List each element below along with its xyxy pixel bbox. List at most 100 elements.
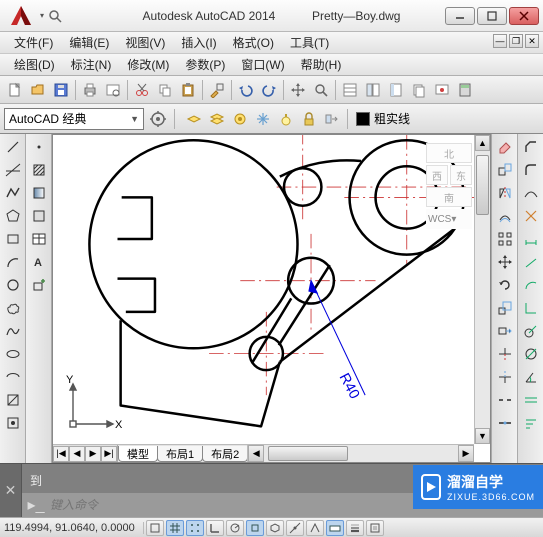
stretch-tool[interactable]: [494, 320, 516, 342]
tool-palettes-button[interactable]: [385, 79, 407, 101]
line-tool[interactable]: [2, 136, 24, 158]
layer-props-button[interactable]: [183, 108, 205, 130]
menu-insert[interactable]: 插入(I): [173, 32, 224, 53]
tab-last-button[interactable]: ▶|: [101, 446, 117, 462]
tab-first-button[interactable]: |◀: [53, 446, 69, 462]
dim-quick-tool[interactable]: [520, 389, 542, 411]
doc-restore-button[interactable]: ❐: [509, 34, 523, 48]
sheet-set-button[interactable]: [408, 79, 430, 101]
make-block-tool[interactable]: [2, 412, 24, 434]
tab-layout2[interactable]: 布局2: [202, 446, 248, 462]
menu-view[interactable]: 视图(V): [117, 32, 173, 53]
properties-button[interactable]: [339, 79, 361, 101]
arc-tool[interactable]: [2, 251, 24, 273]
vc-south[interactable]: 南: [426, 187, 472, 207]
doc-close-button[interactable]: ✕: [525, 34, 539, 48]
pan-button[interactable]: [287, 79, 309, 101]
sb-3dosnap[interactable]: [266, 520, 284, 536]
scroll-left-icon[interactable]: ◀: [248, 445, 264, 462]
design-center-button[interactable]: [362, 79, 384, 101]
dim-aligned-tool[interactable]: [520, 251, 542, 273]
mtext-tool[interactable]: A: [28, 251, 50, 273]
tab-model[interactable]: 模型: [118, 446, 158, 462]
linetype-control[interactable]: 粗实线: [356, 110, 410, 127]
copy-button[interactable]: [154, 79, 176, 101]
sb-infer[interactable]: [146, 520, 164, 536]
break-tool[interactable]: [494, 389, 516, 411]
join-tool[interactable]: [494, 412, 516, 434]
polyline-tool[interactable]: [2, 182, 24, 204]
new-button[interactable]: [4, 79, 26, 101]
layer-freeze-button[interactable]: [252, 108, 274, 130]
maximize-button[interactable]: [477, 7, 507, 25]
menu-draw[interactable]: 绘图(D): [6, 54, 63, 75]
polygon-tool[interactable]: [2, 205, 24, 227]
layer-match-button[interactable]: [321, 108, 343, 130]
workspace-settings-button[interactable]: [146, 107, 170, 131]
markup-button[interactable]: [431, 79, 453, 101]
command-handle[interactable]: ✕: [0, 464, 22, 517]
layer-states-button[interactable]: [206, 108, 228, 130]
move-tool[interactable]: [494, 251, 516, 273]
minimize-button[interactable]: [445, 7, 475, 25]
spline-tool[interactable]: [2, 320, 24, 342]
menu-help[interactable]: 帮助(H): [293, 54, 350, 75]
sb-grid[interactable]: [186, 520, 204, 536]
plot-preview-button[interactable]: [102, 79, 124, 101]
rotate-tool[interactable]: [494, 274, 516, 296]
offset-tool[interactable]: [494, 205, 516, 227]
vc-west[interactable]: 西: [426, 165, 448, 185]
calc-button[interactable]: [454, 79, 476, 101]
menu-dimension[interactable]: 标注(N): [63, 54, 120, 75]
fillet-tool[interactable]: [520, 159, 542, 181]
hscroll-thumb[interactable]: [268, 446, 348, 461]
array-tool[interactable]: [494, 228, 516, 250]
tab-prev-button[interactable]: ◀: [69, 446, 85, 462]
sb-ortho[interactable]: [206, 520, 224, 536]
point-tool[interactable]: [28, 136, 50, 158]
trim-tool[interactable]: [494, 343, 516, 365]
copy-tool[interactable]: [494, 159, 516, 181]
menu-tools[interactable]: 工具(T): [282, 32, 337, 53]
workspace-dropdown[interactable]: AutoCAD 经典 ▼: [4, 108, 144, 130]
print-button[interactable]: [79, 79, 101, 101]
gradient-tool[interactable]: [28, 182, 50, 204]
vc-wcs[interactable]: WCS ▾: [426, 209, 472, 229]
dim-diameter-tool[interactable]: [520, 343, 542, 365]
insert-block-tool[interactable]: [2, 389, 24, 411]
redo-button[interactable]: [258, 79, 280, 101]
scroll-right-icon[interactable]: ▶: [458, 445, 474, 462]
layer-iso-button[interactable]: [229, 108, 251, 130]
dim-radius-tool[interactable]: [520, 320, 542, 342]
horizontal-scrollbar[interactable]: ◀ ▶: [247, 445, 474, 462]
vc-north[interactable]: 北: [426, 143, 472, 163]
cut-button[interactable]: [131, 79, 153, 101]
match-props-button[interactable]: [206, 79, 228, 101]
menu-parametric[interactable]: 参数(P): [177, 54, 233, 75]
sb-osnap[interactable]: [246, 520, 264, 536]
rectangle-tool[interactable]: [2, 228, 24, 250]
blend-tool[interactable]: [520, 182, 542, 204]
menu-file[interactable]: 文件(F): [6, 32, 61, 53]
vertical-scrollbar[interactable]: ▲ ▼: [474, 135, 490, 444]
search-icon[interactable]: [46, 7, 64, 25]
close-button[interactable]: [509, 7, 539, 25]
sb-tpy[interactable]: [366, 520, 384, 536]
sb-ducs[interactable]: [306, 520, 324, 536]
vc-east[interactable]: 东: [450, 165, 472, 185]
tab-next-button[interactable]: ▶: [85, 446, 101, 462]
chamfer-tool[interactable]: [520, 136, 542, 158]
table-tool[interactable]: [28, 228, 50, 250]
erase-tool[interactable]: [494, 136, 516, 158]
sb-polar[interactable]: [226, 520, 244, 536]
open-button[interactable]: [27, 79, 49, 101]
save-button[interactable]: [50, 79, 72, 101]
sb-snap[interactable]: [166, 520, 184, 536]
undo-button[interactable]: [235, 79, 257, 101]
revcloud-tool[interactable]: [2, 297, 24, 319]
sb-dyn[interactable]: [326, 520, 344, 536]
circle-tool[interactable]: [2, 274, 24, 296]
dim-linear-tool[interactable]: [520, 228, 542, 250]
sb-otrack[interactable]: [286, 520, 304, 536]
construction-line-tool[interactable]: [2, 159, 24, 181]
